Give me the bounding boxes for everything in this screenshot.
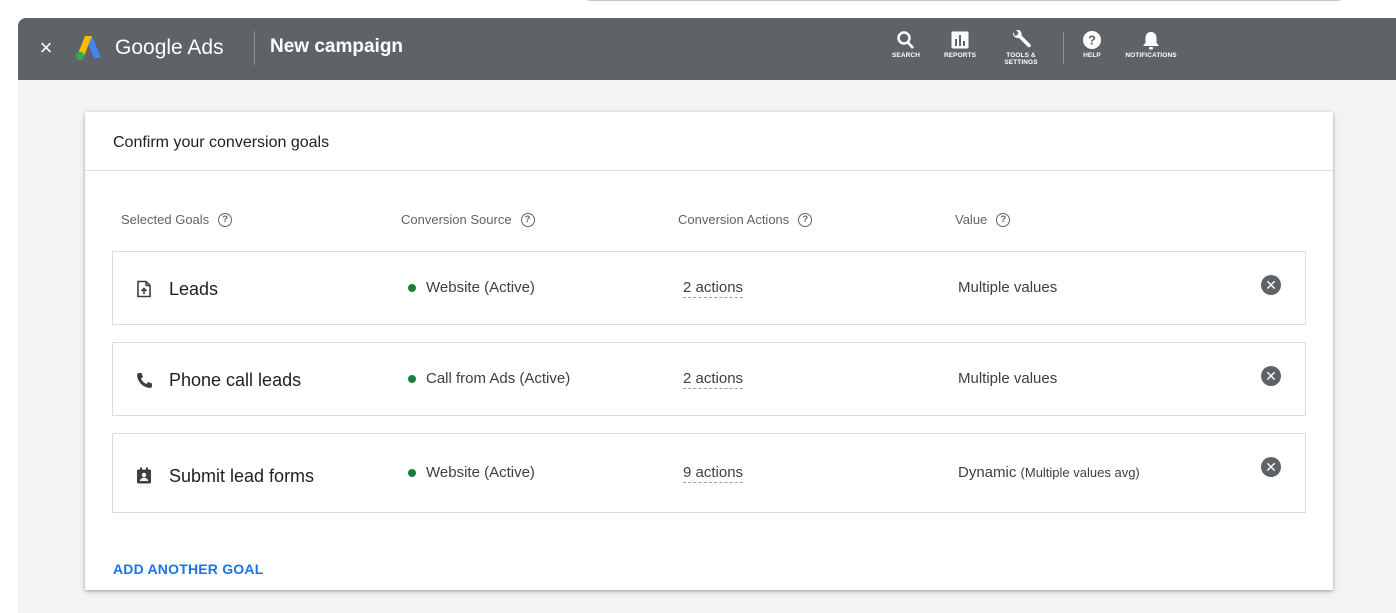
goal-value: Multiple values xyxy=(958,370,1057,387)
column-header-conversion-source: Conversion Source ? xyxy=(401,212,535,227)
column-header-label: Conversion Actions xyxy=(678,212,790,227)
svg-text:?: ? xyxy=(1088,33,1096,48)
column-header-label: Selected Goals xyxy=(121,212,210,227)
remove-goal-icon[interactable]: ✕ xyxy=(1261,275,1281,295)
settings-label: SETTINGS xyxy=(1004,59,1038,66)
help-button[interactable]: ? HELP xyxy=(1076,30,1108,59)
card-header: Confirm your conversion goals xyxy=(85,112,1333,171)
phone-icon xyxy=(137,373,152,388)
conversion-source: Call from Ads (Active) xyxy=(408,370,570,387)
goal-row-submit-lead-forms: Submit lead forms Website (Active) 9 act… xyxy=(112,433,1306,513)
goal-row-phone-call-leads: Phone call leads Call from Ads (Active) … xyxy=(112,342,1306,416)
conversion-source: Website (Active) xyxy=(408,464,535,481)
contact-form-icon xyxy=(137,467,151,484)
conversion-actions-link[interactable]: 2 actions xyxy=(683,370,744,389)
value-text: Multiple values xyxy=(958,370,1058,387)
conversion-actions-link[interactable]: 9 actions xyxy=(683,464,744,483)
search-icon xyxy=(897,31,914,49)
reports-icon xyxy=(951,31,969,49)
header-divider xyxy=(254,31,255,65)
help-circle-icon[interactable]: ? xyxy=(996,212,1011,227)
conversion-source: Website (Active) xyxy=(408,279,535,296)
top-app-bar: × Google Ads New campaign SEARCH REPORTS… xyxy=(18,18,1396,80)
app-window: × Google Ads New campaign SEARCH REPORTS… xyxy=(18,18,1396,613)
upload-file-icon xyxy=(137,280,151,298)
help-circle-icon[interactable]: ? xyxy=(218,212,233,227)
google-ads-logo xyxy=(75,36,101,61)
wrench-icon xyxy=(1012,30,1031,48)
notifications-button[interactable]: NOTIFICATIONS xyxy=(1118,30,1184,59)
value-text: Multiple values xyxy=(958,279,1058,296)
close-icon[interactable]: × xyxy=(36,37,56,59)
bell-icon xyxy=(1143,32,1159,50)
goal-name: Submit lead forms xyxy=(169,466,315,486)
column-header-conversion-actions: Conversion Actions ? xyxy=(678,212,813,227)
tools-label: TOOLS & xyxy=(1006,52,1036,59)
active-status-dot xyxy=(408,468,416,477)
source-label: Website (Active) xyxy=(426,464,535,481)
goal-name: Leads xyxy=(169,279,219,299)
reports-button[interactable]: REPORTS xyxy=(938,30,982,59)
source-label: Call from Ads (Active) xyxy=(426,370,571,387)
toolbar-divider xyxy=(1063,32,1064,64)
column-header-value: Value ? xyxy=(955,212,1011,227)
value-text: Dynamic xyxy=(958,464,1017,481)
remove-goal-icon[interactable]: ✕ xyxy=(1261,457,1281,477)
goal-row-leads: Leads Website (Active) 2 actions Multipl… xyxy=(112,251,1306,325)
goal-value: Dynamic (Multiple values avg) xyxy=(958,464,1140,481)
source-label: Website (Active) xyxy=(426,279,535,296)
search-button[interactable]: SEARCH xyxy=(886,30,926,59)
column-header-label: Conversion Source xyxy=(401,212,512,227)
column-header-label: Value xyxy=(955,212,988,227)
top-border-line xyxy=(588,0,1340,1)
column-header-selected-goals: Selected Goals ? xyxy=(121,212,233,227)
search-label: SEARCH xyxy=(891,52,921,59)
active-status-dot xyxy=(408,374,416,383)
tools-settings-button[interactable]: TOOLS & SETTINGS xyxy=(998,30,1044,66)
add-another-goal-button[interactable]: ADD ANOTHER GOAL xyxy=(113,561,263,577)
page-title: New campaign xyxy=(270,36,404,57)
value-subtext: (Multiple values avg) xyxy=(1020,465,1140,480)
remove-goal-icon[interactable]: ✕ xyxy=(1261,366,1281,386)
goal-value: Multiple values xyxy=(958,279,1057,296)
help-label: HELP xyxy=(1083,52,1101,59)
conversion-goals-card: Confirm your conversion goals Selected G… xyxy=(85,112,1333,590)
goal-name: Phone call leads xyxy=(169,370,302,390)
active-status-dot xyxy=(408,283,416,292)
conversion-actions-link[interactable]: 2 actions xyxy=(683,279,744,298)
reports-label: REPORTS xyxy=(943,52,977,59)
card-title: Confirm your conversion goals xyxy=(113,134,330,151)
help-circle-icon[interactable]: ? xyxy=(520,212,535,227)
help-icon: ? xyxy=(1083,31,1101,49)
brand-name: Google Ads xyxy=(115,36,224,59)
notifications-label: NOTIFICATIONS xyxy=(1125,52,1177,59)
help-circle-icon[interactable]: ? xyxy=(798,212,813,227)
